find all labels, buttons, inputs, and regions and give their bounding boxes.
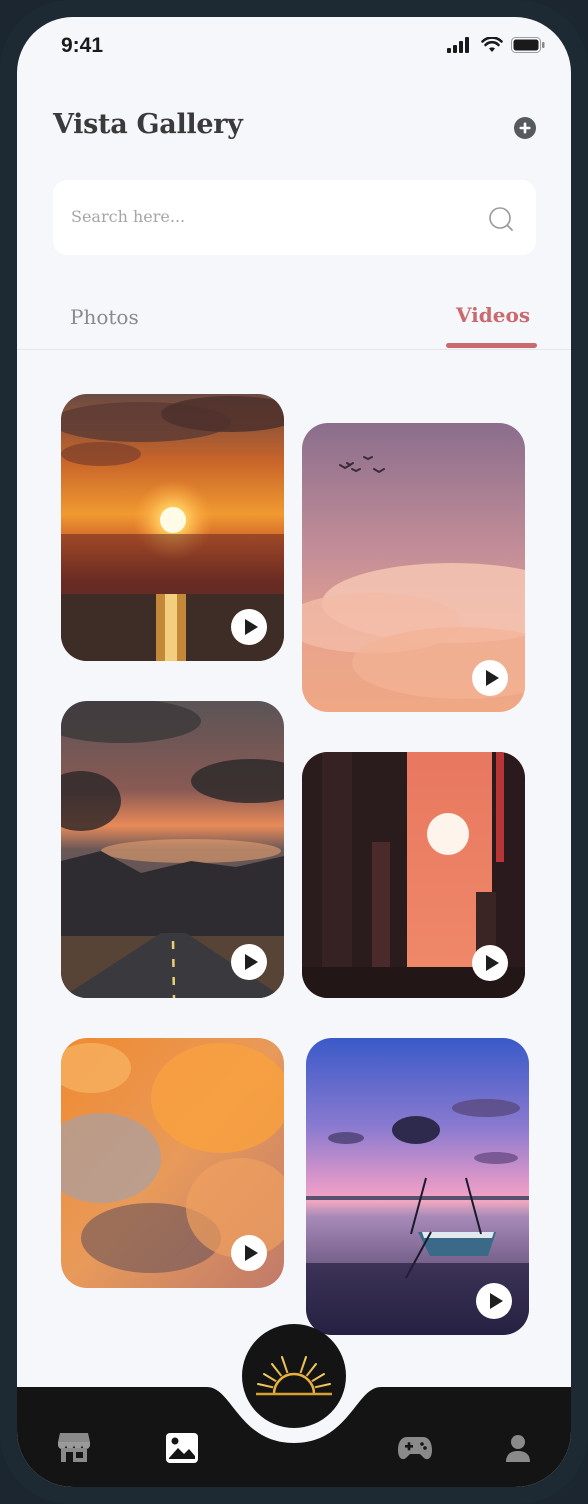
video-card-pink-sky[interactable] <box>302 423 525 712</box>
gamepad-icon[interactable] <box>397 1433 433 1463</box>
sunrise-logo-icon <box>256 1353 332 1396</box>
play-icon[interactable] <box>231 609 267 645</box>
tab-videos[interactable]: Videos <box>456 303 530 327</box>
battery-icon <box>511 37 545 53</box>
user-icon[interactable] <box>505 1434 531 1464</box>
store-icon[interactable] <box>57 1430 91 1464</box>
video-card-mountain-road[interactable] <box>61 701 284 998</box>
tab-photos[interactable]: Photos <box>70 305 139 329</box>
play-icon[interactable] <box>472 945 508 981</box>
video-card-ocean-sunset[interactable] <box>61 394 284 661</box>
video-card-city-sun[interactable] <box>302 752 525 998</box>
screen: 9:41 Vista Gallery Search here... Photos… <box>17 17 571 1487</box>
active-tab-indicator <box>446 343 537 348</box>
plus-circle-icon[interactable] <box>513 116 537 140</box>
capture-button[interactable] <box>242 1324 346 1428</box>
signal-icon <box>447 37 469 53</box>
gallery-icon[interactable] <box>165 1432 199 1464</box>
video-card-orange-clouds[interactable] <box>61 1038 284 1288</box>
search-input[interactable]: Search here... <box>71 207 185 226</box>
search-bar[interactable]: Search here... <box>53 180 536 255</box>
play-icon[interactable] <box>472 660 508 696</box>
tab-bar: Photos Videos <box>17 297 571 350</box>
play-icon[interactable] <box>231 1235 267 1271</box>
status-time: 9:41 <box>61 34 104 57</box>
page-title: Vista Gallery <box>53 109 243 140</box>
status-icons <box>447 37 545 53</box>
status-bar: 9:41 <box>17 17 571 77</box>
search-icon[interactable] <box>488 206 514 232</box>
play-icon[interactable] <box>476 1283 512 1319</box>
play-icon[interactable] <box>231 944 267 980</box>
wifi-icon <box>481 37 503 52</box>
phone-frame: 9:41 Vista Gallery Search here... Photos… <box>0 0 588 1504</box>
video-card-boat-lake[interactable] <box>306 1038 529 1335</box>
